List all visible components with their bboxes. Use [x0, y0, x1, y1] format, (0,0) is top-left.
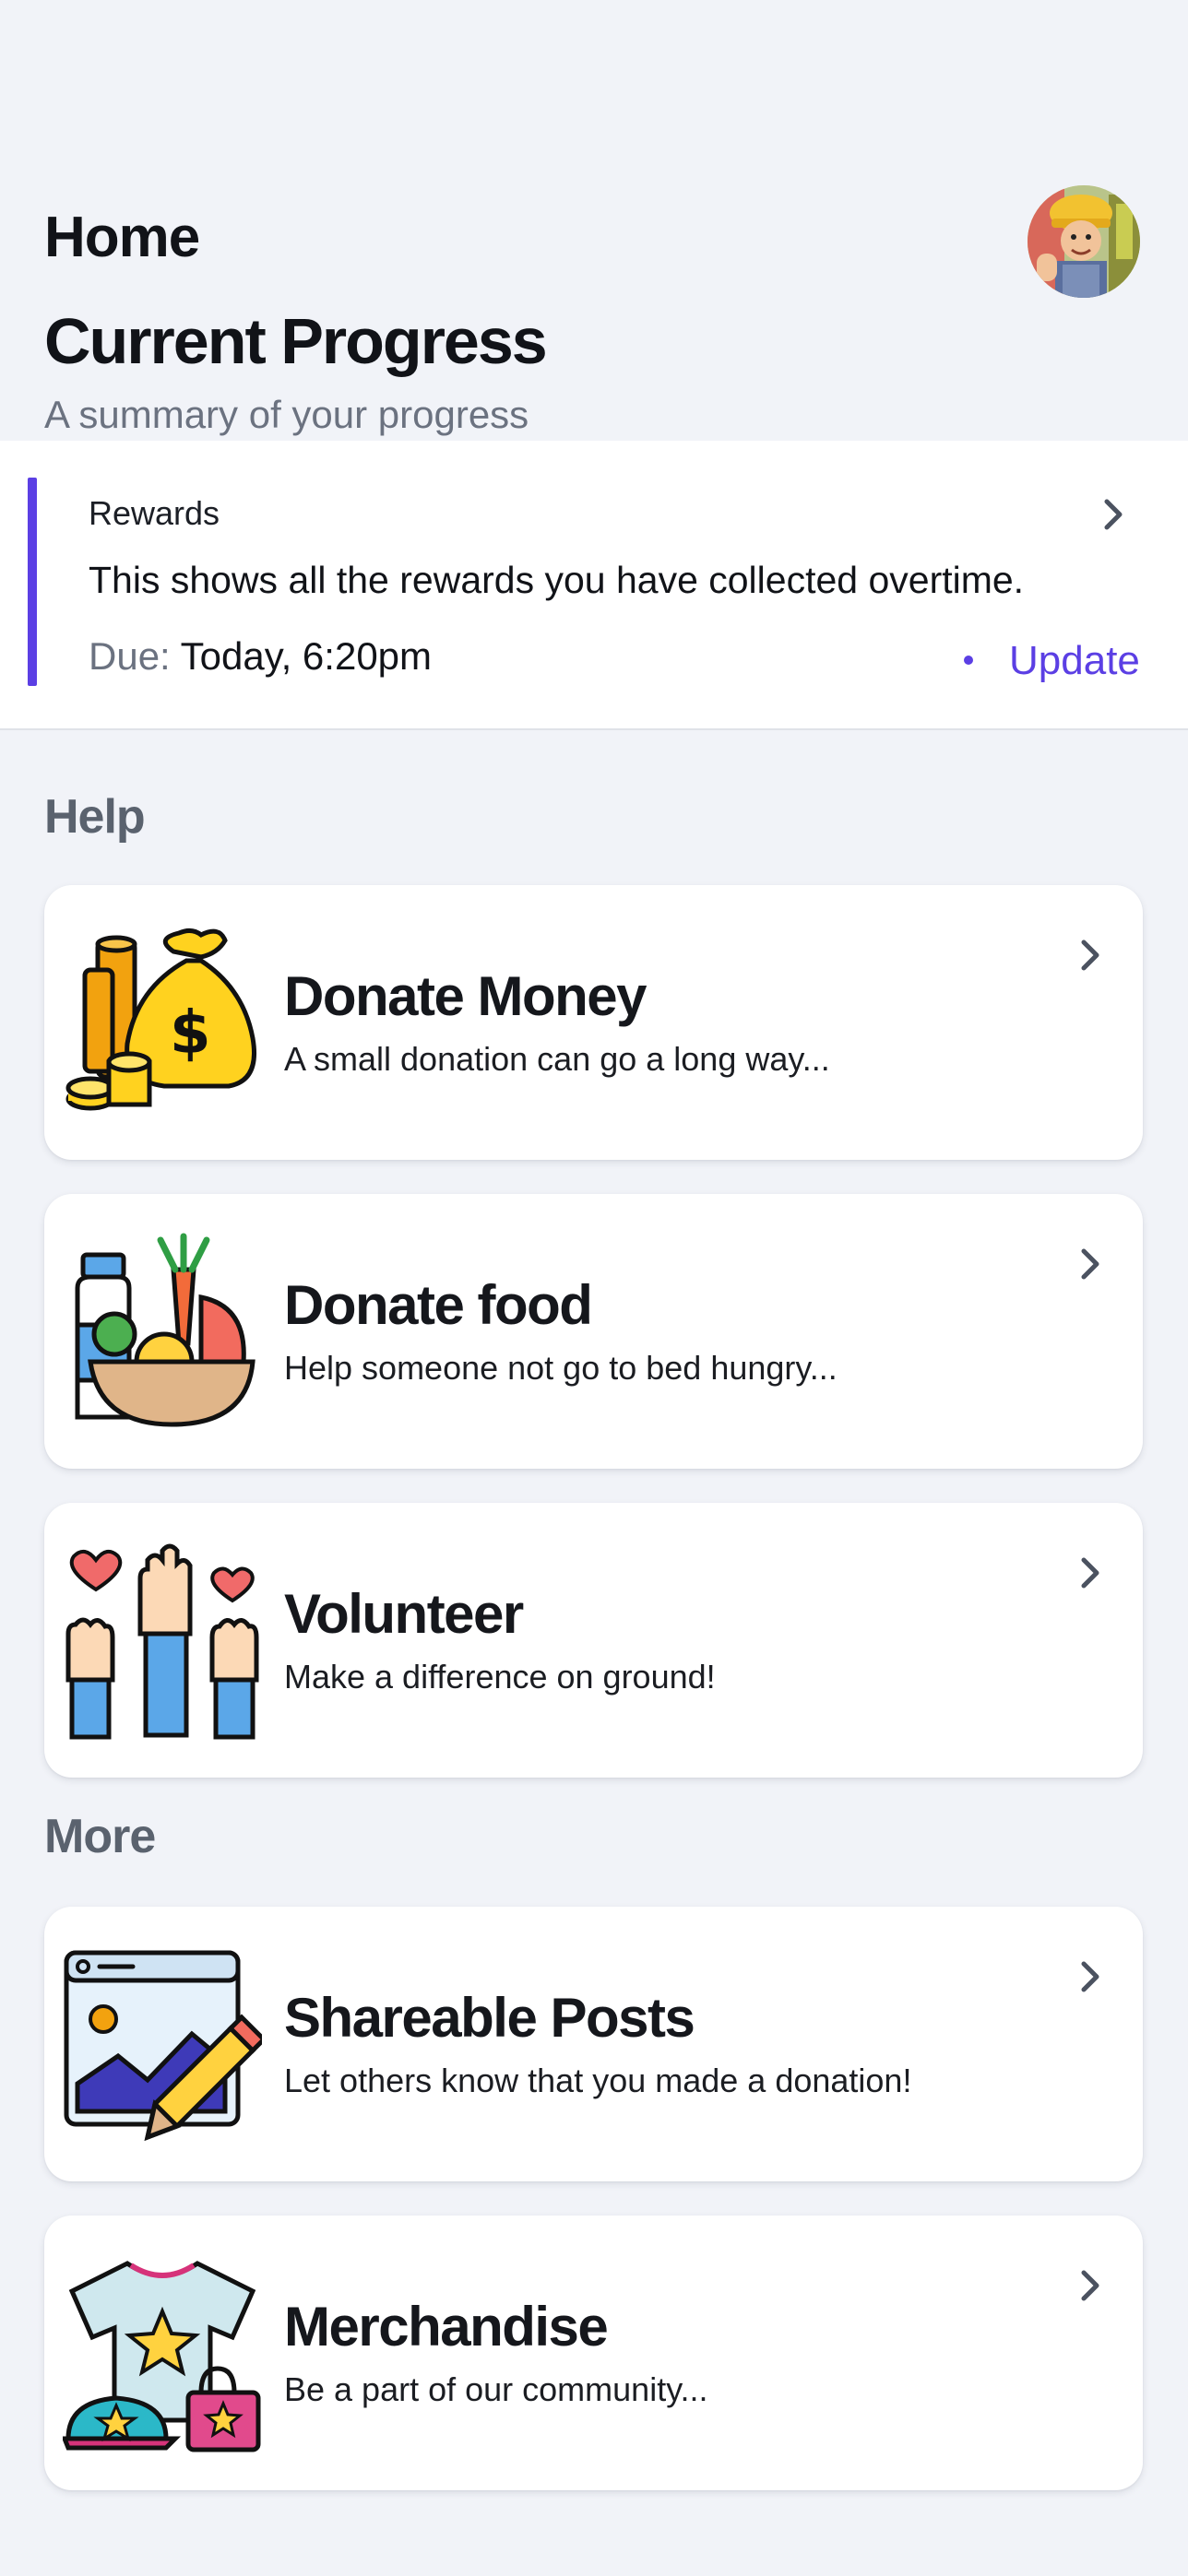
rewards-due: Due: Today, 6:20pm: [89, 634, 432, 679]
card-subtitle: A small donation can go a long way...: [284, 1040, 830, 1078]
rewards-panel[interactable]: Rewards This shows all the rewards you h…: [0, 441, 1188, 730]
accent-bar: [28, 478, 37, 686]
due-label: Due:: [89, 634, 171, 678]
chevron-right-icon[interactable]: [1075, 937, 1105, 974]
page-title: Home: [44, 206, 200, 269]
chevron-right-icon[interactable]: [1075, 1246, 1105, 1282]
food-basket-icon: [75, 1233, 255, 1427]
due-value: Today, 6:20pm: [180, 634, 433, 678]
update-button[interactable]: Update: [1009, 638, 1140, 684]
chevron-right-icon[interactable]: [1075, 1554, 1105, 1591]
merchandise-card[interactable]: Merchandise Be a part of our community..…: [44, 2216, 1143, 2490]
progress-title: Current Progress: [44, 305, 548, 377]
card-title: Shareable Posts: [284, 1987, 695, 2049]
chevron-right-icon[interactable]: [1098, 496, 1129, 533]
card-title: Donate food: [284, 1274, 593, 1336]
avatar[interactable]: [1028, 185, 1140, 298]
image-edit-icon: [64, 1950, 262, 2141]
chevron-right-icon[interactable]: [1075, 1958, 1105, 1995]
update-indicator-dot: [964, 656, 973, 665]
home-screen: Home Current Progress A summary of your …: [0, 0, 1188, 2576]
donate-food-card[interactable]: Donate food Help someone not go to bed h…: [44, 1194, 1143, 1469]
progress-subtitle: A summary of your progress: [44, 393, 529, 436]
raised-hands-icon: [65, 1543, 259, 1740]
money-bag-icon: $: [65, 928, 256, 1111]
card-subtitle: Make a difference on ground!: [284, 1658, 716, 1696]
chevron-right-icon[interactable]: [1075, 2267, 1105, 2304]
more-heading: More: [44, 1810, 156, 1863]
shareable-posts-card[interactable]: Shareable Posts Let others know that you…: [44, 1907, 1143, 2181]
user-avatar-icon: [1028, 185, 1140, 298]
card-subtitle: Help someone not go to bed hungry...: [284, 1349, 838, 1387]
rewards-description: This shows all the rewards you have coll…: [89, 559, 1025, 601]
card-subtitle: Let others know that you made a donation…: [284, 2062, 912, 2099]
card-title: Donate Money: [284, 965, 647, 1027]
svg-text:$: $: [170, 999, 211, 1068]
help-heading: Help: [44, 790, 146, 844]
card-subtitle: Be a part of our community...: [284, 2370, 708, 2408]
donate-money-card[interactable]: $ Donate Money A small donation can go a…: [44, 885, 1143, 1160]
card-title: Merchandise: [284, 2296, 609, 2357]
volunteer-card[interactable]: Volunteer Make a difference on ground!: [44, 1503, 1143, 1778]
merch-icon: [63, 2261, 261, 2452]
rewards-label: Rewards: [89, 494, 220, 532]
card-title: Volunteer: [284, 1583, 524, 1645]
